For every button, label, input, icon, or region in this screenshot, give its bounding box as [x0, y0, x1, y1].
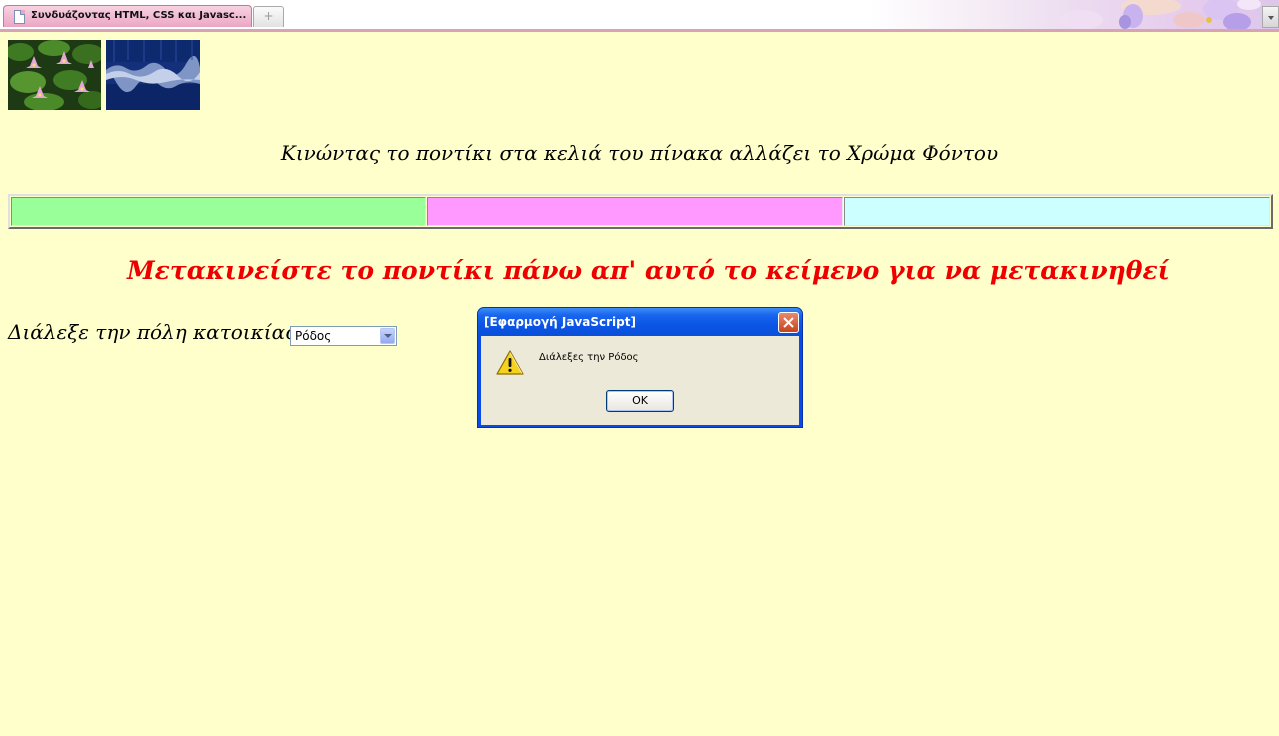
- chevron-down-icon[interactable]: [380, 328, 395, 344]
- dialog-body: Διάλεξες την Ρόδος OK: [481, 336, 799, 425]
- color-cell-cyan[interactable]: [844, 197, 1270, 226]
- moving-text[interactable]: Μετακινείστε το ποντίκι πάνω απ' αυτό το…: [127, 256, 1170, 285]
- alert-dialog: [Εφαρμογή JavaScript] Διάλεξες την Ρόδος…: [477, 307, 803, 428]
- color-table: [8, 194, 1273, 229]
- flower-decoration: [1041, 0, 1261, 29]
- tab-list-dropdown-button[interactable]: [1262, 6, 1279, 28]
- new-tab-button[interactable]: +: [253, 6, 284, 27]
- water-lily-thumbnail[interactable]: [8, 40, 101, 110]
- dialog-title: [Εφαρμογή JavaScript]: [484, 315, 636, 329]
- blue-forest-thumbnail[interactable]: [106, 40, 200, 110]
- color-cell-green[interactable]: [11, 197, 426, 226]
- warning-icon: [495, 349, 525, 377]
- color-cell-pink[interactable]: [427, 197, 843, 226]
- instruction-text: Κινώντας το ποντίκι στα κελιά του πίνακα…: [280, 141, 999, 165]
- city-select-value: Ρόδος: [295, 329, 332, 343]
- browser-tab-bar: Συνδυάζοντας HTML, CSS και Javasc... +: [0, 0, 1279, 32]
- close-icon[interactable]: [778, 312, 799, 333]
- dialog-titlebar[interactable]: [Εφαρμογή JavaScript]: [478, 308, 802, 336]
- city-select[interactable]: Ρόδος: [290, 326, 397, 346]
- tab-title: Συνδυάζοντας HTML, CSS και Javasc...: [31, 10, 247, 21]
- dialog-message: Διάλεξες την Ρόδος: [539, 352, 639, 363]
- active-tab[interactable]: Συνδυάζοντας HTML, CSS και Javasc...: [3, 5, 252, 27]
- ok-button[interactable]: OK: [606, 390, 674, 412]
- document-icon: [14, 10, 25, 24]
